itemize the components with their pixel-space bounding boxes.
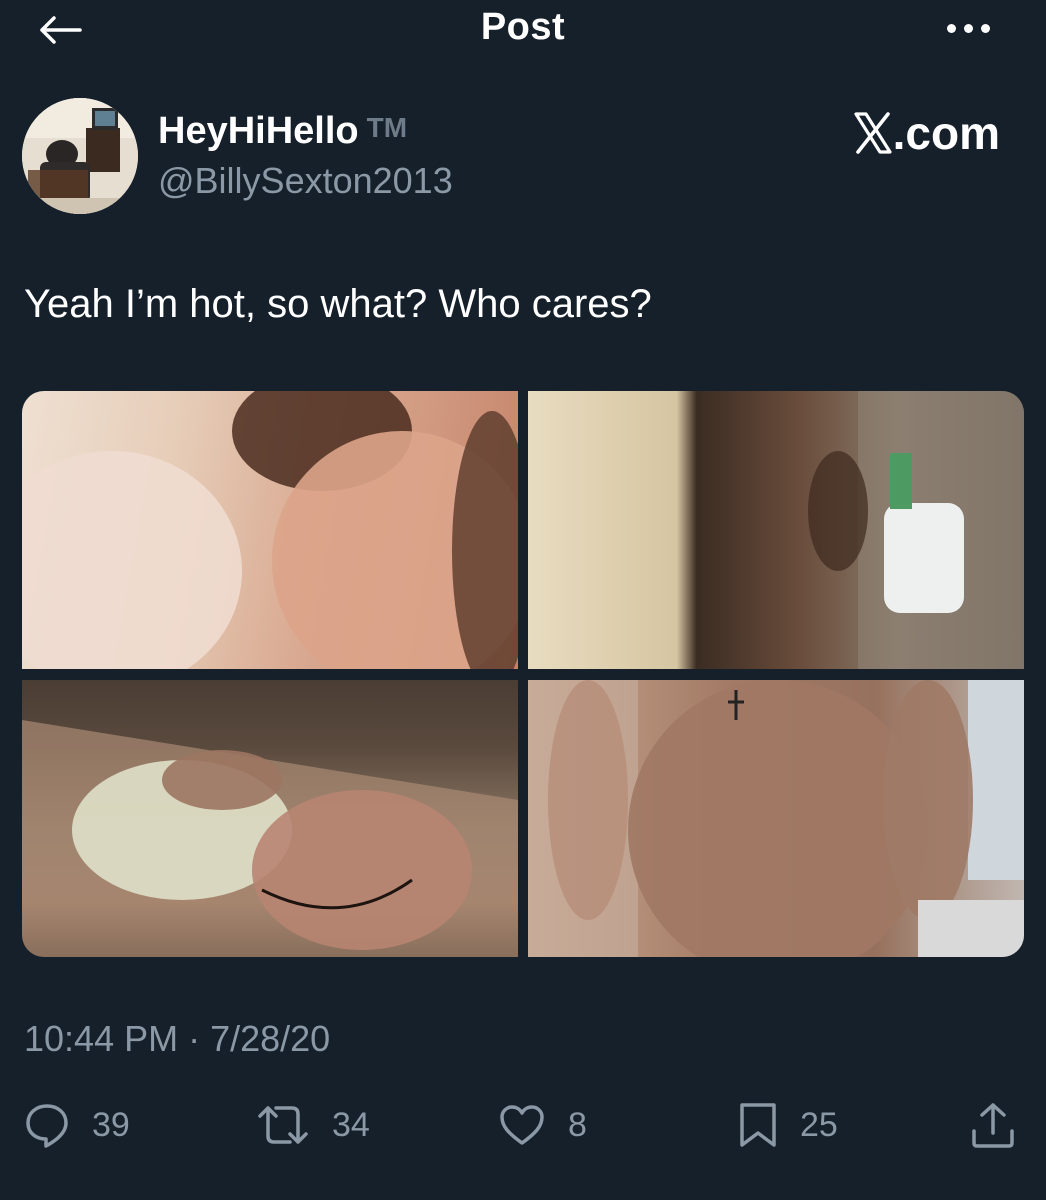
bookmark-icon xyxy=(740,1103,776,1147)
photo-1[interactable] xyxy=(22,391,518,669)
share-icon xyxy=(972,1103,1014,1148)
top-bar: Post xyxy=(0,0,1046,60)
photo-3[interactable] xyxy=(22,680,518,957)
avatar-image xyxy=(22,98,138,214)
display-name[interactable]: HeyHiHello xyxy=(158,110,359,152)
repost-icon xyxy=(258,1106,308,1144)
tweet-text: Yeah I’m hot, so what? Who cares? xyxy=(24,282,652,326)
like-button[interactable]: 8 xyxy=(498,1090,587,1160)
more-horizontal-icon xyxy=(946,23,956,33)
more-horizontal-icon-dot xyxy=(963,23,973,33)
photo-2[interactable] xyxy=(528,391,1024,669)
bookmark-button[interactable]: 25 xyxy=(738,1090,838,1160)
trademark-badge: TM xyxy=(366,112,408,143)
photo-4[interactable] xyxy=(528,680,1024,957)
reply-count: 39 xyxy=(92,1105,130,1144)
page-title: Post xyxy=(480,6,566,48)
source-label: .com xyxy=(892,107,1000,159)
like-count: 8 xyxy=(568,1105,587,1144)
repost-count: 34 xyxy=(332,1105,370,1144)
reply-button[interactable]: 39 xyxy=(24,1090,130,1160)
repost-button[interactable]: 34 xyxy=(256,1090,370,1160)
source-watermark: .com xyxy=(853,106,1000,160)
media-grid xyxy=(22,391,1024,957)
heart-icon xyxy=(500,1105,544,1145)
action-bar: 39 34 8 25 xyxy=(0,1090,1046,1160)
reply-icon xyxy=(26,1104,68,1148)
share-button[interactable] xyxy=(970,1090,1016,1160)
author-handle[interactable]: @BillySexton2013 xyxy=(158,160,453,202)
more-options-button[interactable] xyxy=(938,6,998,50)
tweet-timestamp[interactable]: 10:44 PM · 7/28/20 xyxy=(24,1018,330,1060)
bookmark-count: 25 xyxy=(800,1105,838,1144)
x-logo-icon xyxy=(854,112,892,154)
author-name[interactable]: HeyHiHello TM xyxy=(158,110,407,153)
avatar[interactable] xyxy=(22,98,138,214)
more-horizontal-icon-dot xyxy=(980,23,990,33)
